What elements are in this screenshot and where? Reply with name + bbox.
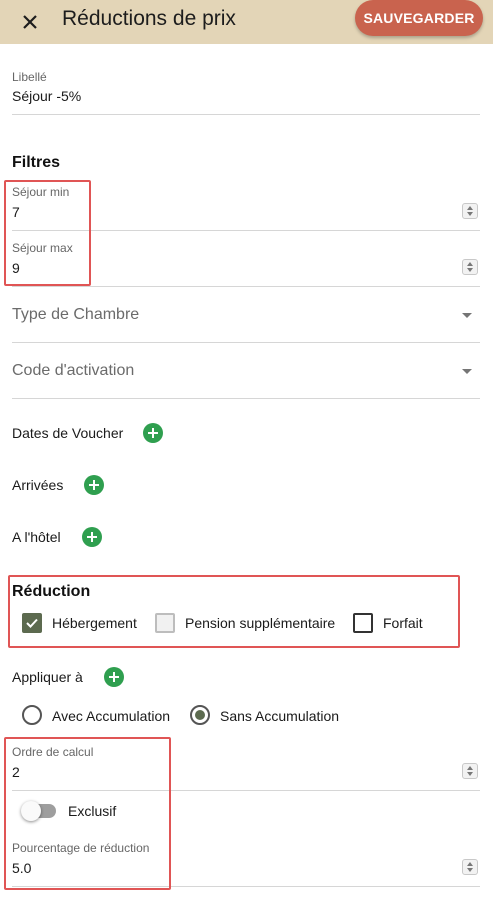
highlight-sejour (4, 180, 91, 286)
add-appliquer-icon[interactable] (104, 667, 124, 687)
libelle-field[interactable]: Libellé Séjour -5% (12, 62, 480, 115)
libelle-label: Libellé (12, 70, 47, 84)
chevron-down-icon (462, 313, 472, 318)
sans-accumulation-label: Sans Accumulation (220, 708, 340, 724)
sans-accumulation-radio[interactable] (190, 705, 210, 725)
close-button[interactable] (12, 4, 48, 40)
highlight-calcul (4, 737, 171, 890)
type-chambre-label: Type de Chambre (12, 306, 140, 323)
add-a-l-hotel-icon[interactable] (82, 527, 102, 547)
pension-checkbox[interactable] (155, 613, 175, 633)
appliquer-label: Appliquer à (12, 669, 83, 685)
reduction-title: Réduction (12, 583, 91, 600)
libelle-value: Séjour -5% (12, 88, 82, 104)
hebergement-checkbox[interactable] (22, 613, 42, 633)
page-title: Réductions de prix (62, 7, 236, 30)
dates-voucher-label: Dates de Voucher (12, 425, 124, 441)
avec-accumulation-label: Avec Accumulation (52, 708, 171, 724)
pourcentage-stepper[interactable] (462, 859, 478, 875)
chevron-down-icon (462, 369, 472, 374)
code-activation-label: Code d'activation (12, 362, 135, 379)
add-arrivees-icon[interactable] (84, 475, 104, 495)
save-button[interactable]: SAUVEGARDER (355, 0, 483, 36)
avec-accumulation-radio[interactable] (22, 705, 42, 725)
check-icon (26, 618, 38, 628)
a-l-hotel-label: A l'hôtel (12, 529, 61, 545)
type-chambre-select[interactable]: Type de Chambre (12, 289, 480, 343)
forfait-label: Forfait (383, 615, 423, 631)
add-dates-voucher-icon[interactable] (143, 423, 163, 443)
arrivees-label: Arrivées (12, 477, 64, 493)
ordre-calcul-stepper[interactable] (462, 763, 478, 779)
code-activation-select[interactable]: Code d'activation (12, 345, 480, 399)
filters-title: Filtres (12, 154, 61, 171)
sejour-min-stepper[interactable] (462, 203, 478, 219)
sejour-max-stepper[interactable] (462, 259, 478, 275)
hebergement-label: Hébergement (52, 615, 137, 631)
forfait-checkbox[interactable] (353, 613, 373, 633)
pension-label: Pension supplémentaire (185, 615, 336, 631)
close-icon (23, 15, 37, 29)
